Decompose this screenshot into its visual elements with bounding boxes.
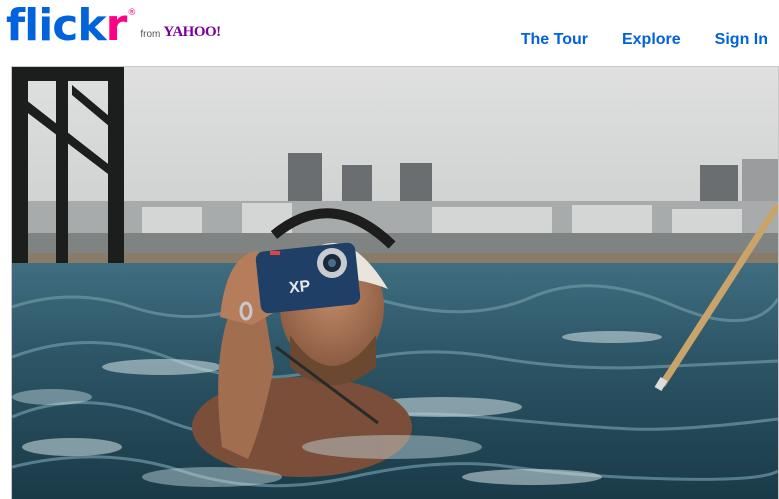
- logo-text-r: r: [105, 0, 128, 51]
- top-nav: The Tour Explore Sign In: [487, 31, 768, 49]
- nav-sign-in-link[interactable]: Sign In: [715, 31, 768, 49]
- logo-text-flick: flick: [6, 0, 107, 51]
- flickr-logo[interactable]: flick r ® from YAHOO!: [6, 4, 221, 48]
- logo-from-text: from: [140, 29, 161, 40]
- hero-photo: XP: [11, 66, 779, 499]
- swimmer-photo-illustration: XP: [12, 67, 778, 499]
- registered-mark: ®: [127, 8, 137, 18]
- nav-explore-link[interactable]: Explore: [622, 31, 681, 49]
- header: flick r ® from YAHOO! The Tour Explore Si…: [0, 0, 779, 66]
- nav-the-tour-link[interactable]: The Tour: [521, 31, 588, 49]
- yahoo-logo: YAHOO!: [163, 24, 221, 40]
- svg-text:XP: XP: [288, 278, 311, 297]
- waterproof-camera: XP: [255, 242, 361, 314]
